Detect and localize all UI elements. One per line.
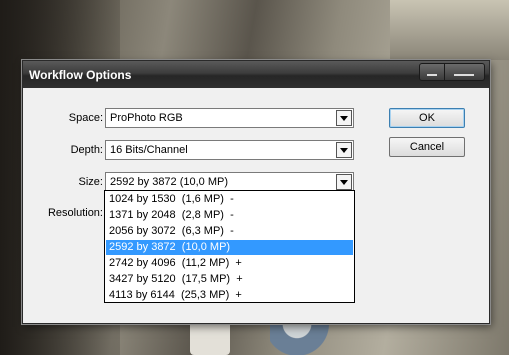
resolution-label: Resolution: <box>47 207 103 219</box>
chevron-down-icon[interactable] <box>336 110 352 126</box>
space-select[interactable]: ProPhoto RGB <box>105 108 354 128</box>
space-label: Space: <box>68 112 103 124</box>
title-bar[interactable]: Workflow Options <box>23 61 489 88</box>
size-value: 2592 by 3872 (10,0 MP) <box>110 176 229 188</box>
size-dropdown-list: 1024 by 1530 (1,6 MP) - 1371 by 2048 (2,… <box>104 190 355 303</box>
minimize-icon[interactable] <box>427 74 437 76</box>
ok-button[interactable]: OK <box>389 108 465 128</box>
space-value: ProPhoto RGB <box>110 112 183 124</box>
chevron-down-icon[interactable] <box>336 174 352 190</box>
list-item-selected[interactable]: 2592 by 3872 (10,0 MP) <box>106 240 353 255</box>
cancel-button[interactable]: Cancel <box>389 137 465 157</box>
depth-value: 16 Bits/Channel <box>110 144 188 156</box>
window-controls <box>419 63 485 81</box>
dialog-title: Workflow Options <box>29 68 132 82</box>
list-item[interactable]: 2742 by 4096 (11,2 MP) + <box>106 256 353 271</box>
list-item[interactable]: 2056 by 3072 (6,3 MP) - <box>106 224 353 239</box>
list-item[interactable]: 3427 by 5120 (17,5 MP) + <box>106 272 353 287</box>
depth-label: Depth: <box>70 144 103 156</box>
list-item[interactable]: 1024 by 1530 (1,6 MP) - <box>106 192 353 207</box>
depth-select[interactable]: 16 Bits/Channel <box>105 140 354 160</box>
size-select[interactable]: 2592 by 3872 (10,0 MP) <box>105 172 354 192</box>
list-item[interactable]: 4113 by 6144 (25,3 MP) + <box>106 288 353 303</box>
maximize-icon[interactable] <box>454 74 474 76</box>
size-label: Size: <box>78 176 103 188</box>
list-item[interactable]: 1371 by 2048 (2,8 MP) - <box>106 208 353 223</box>
chevron-down-icon[interactable] <box>336 142 352 158</box>
